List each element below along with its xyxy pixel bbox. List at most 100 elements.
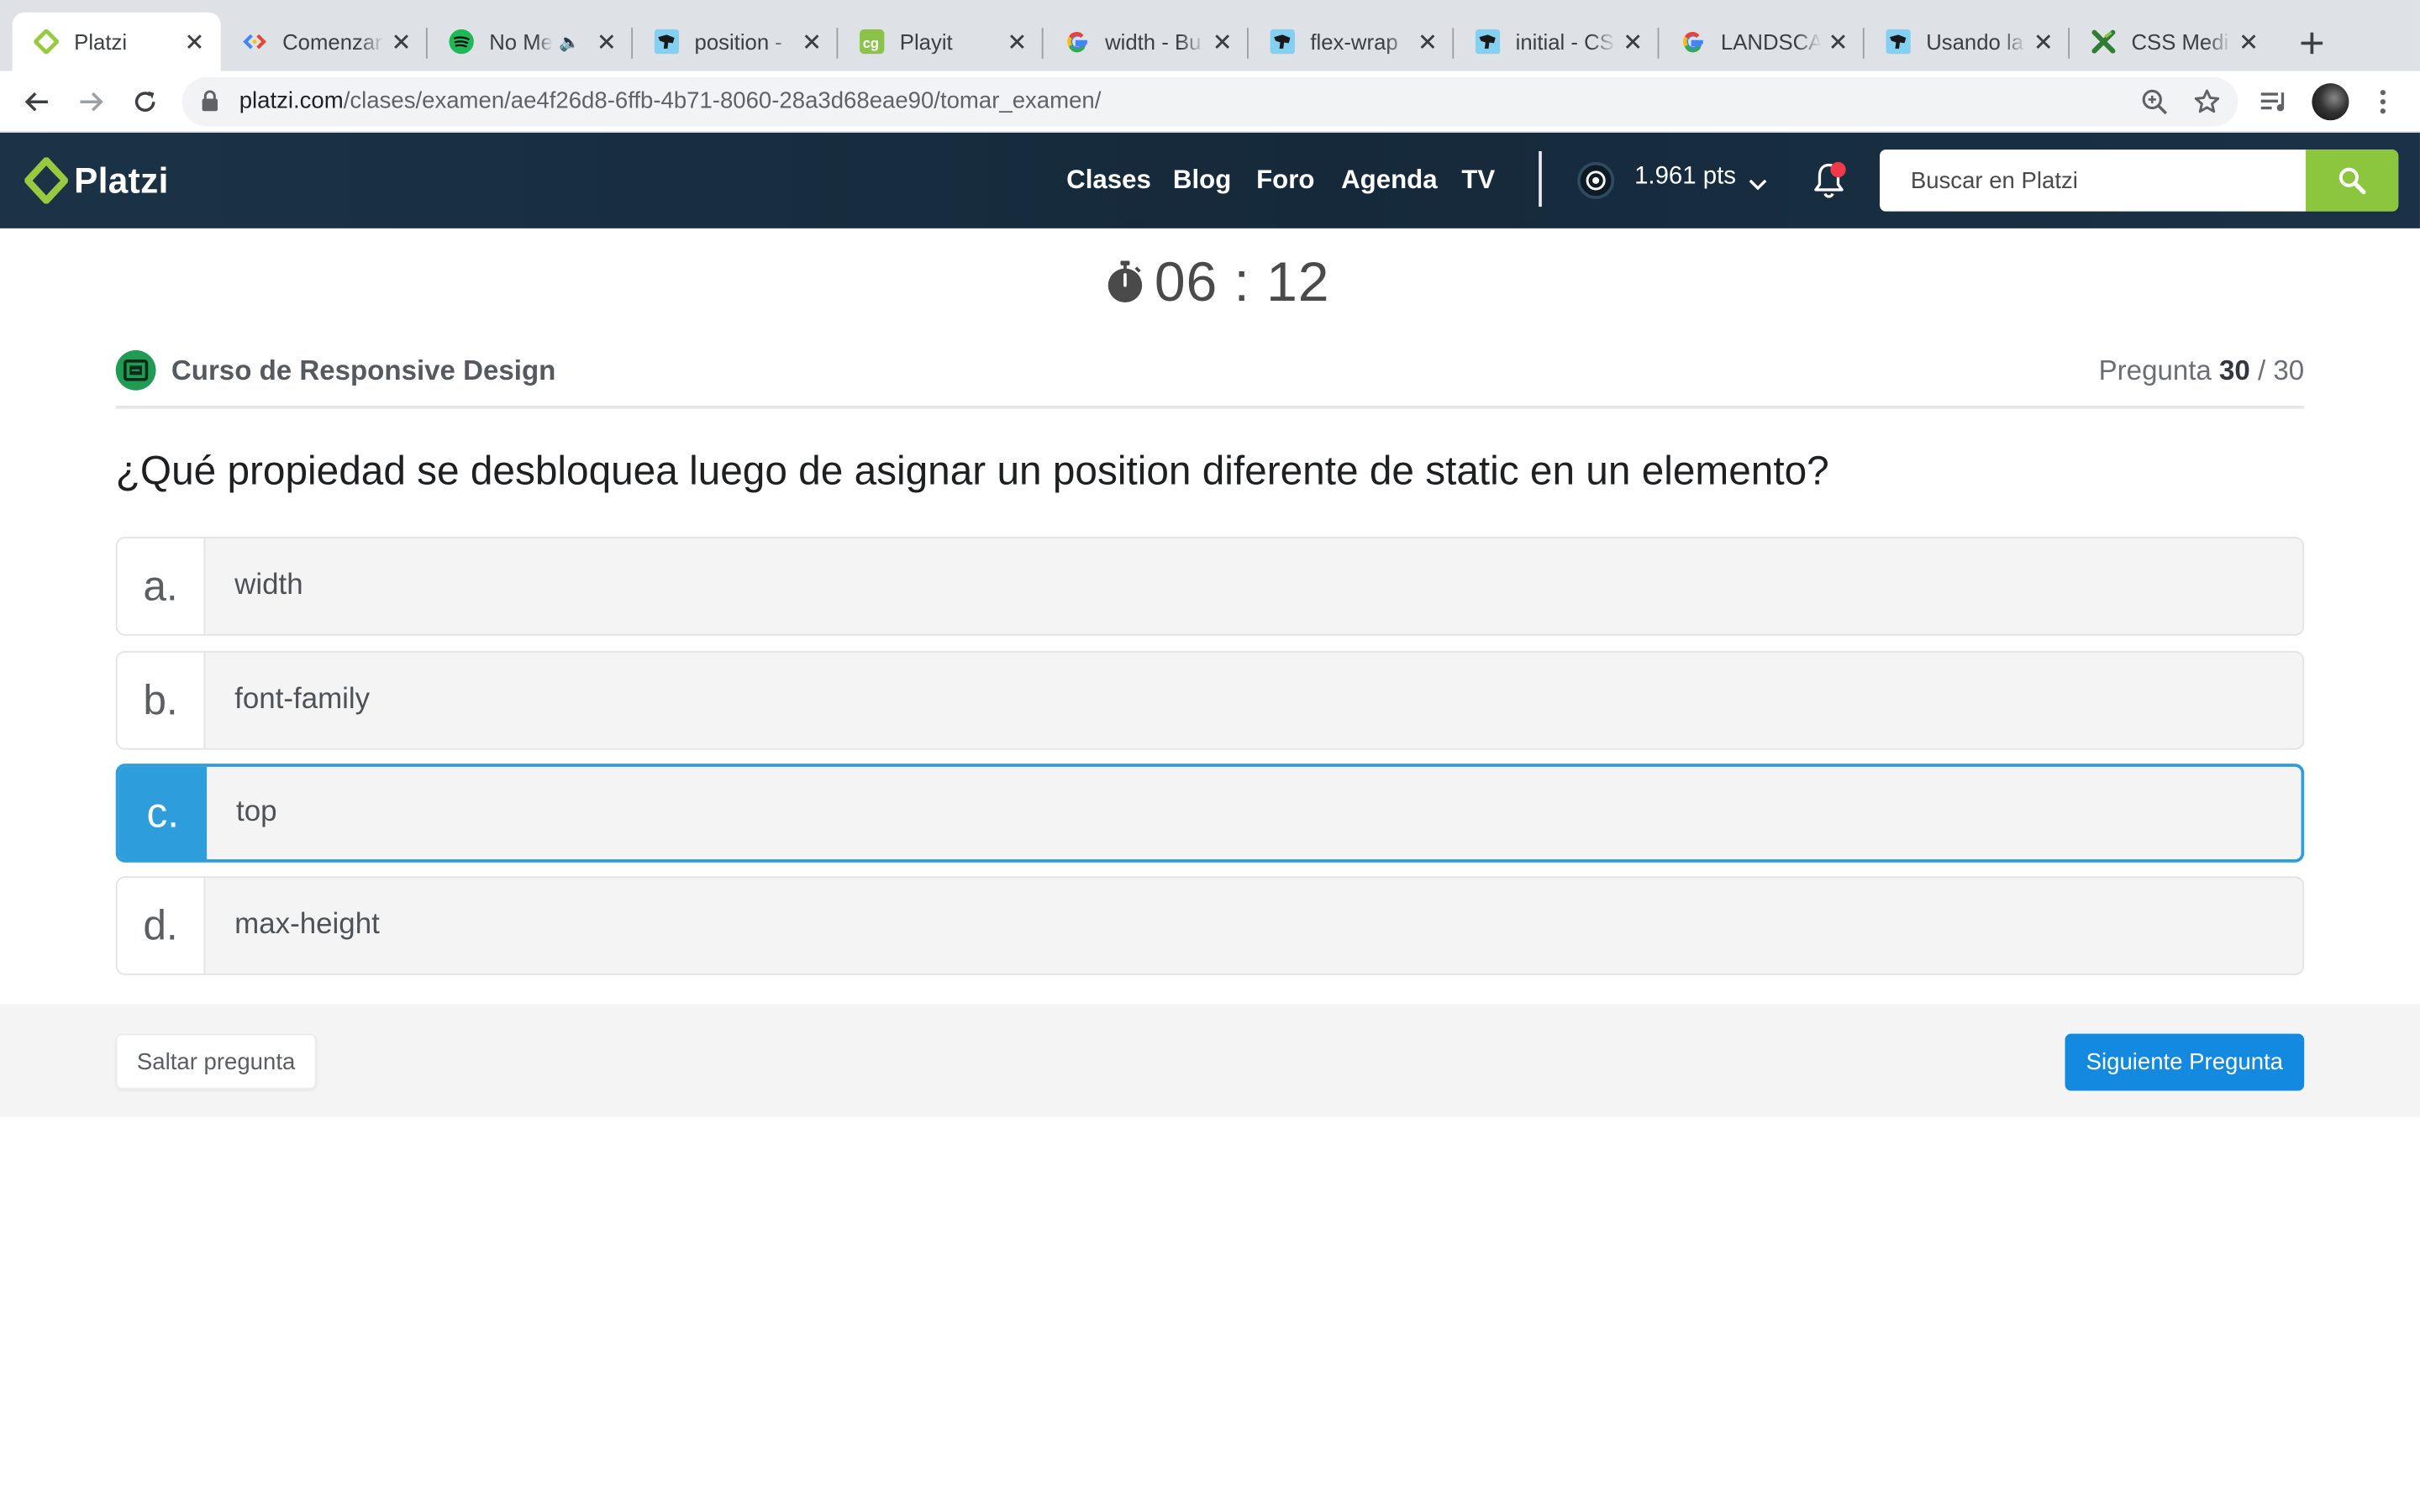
browser-tab-strip: Platzi Comenzar No Me 🔈 position - cg Pl…	[0, 0, 2420, 71]
option-text: width	[234, 569, 303, 602]
divider	[1539, 150, 1542, 207]
tab-initial-mdn[interactable]: initial - CS	[1454, 13, 1660, 71]
new-tab-plus-icon[interactable]	[2291, 22, 2333, 65]
tab-title: initial - CS	[1515, 29, 1614, 55]
address-bar[interactable]: platzi.com/clases/examen/ae4f26d8-6ffb-4…	[182, 76, 2238, 127]
close-icon[interactable]	[1616, 24, 1649, 58]
tab-title: Usando la	[1926, 29, 2023, 55]
question-progress: Pregunta 30 / 30	[2098, 354, 2305, 386]
tab-title: Platzi	[74, 29, 128, 55]
close-icon[interactable]	[1821, 24, 1854, 58]
close-icon[interactable]	[177, 24, 211, 58]
close-icon[interactable]	[1205, 24, 1239, 58]
tab-flex-wrap-mdn[interactable]: flex-wrap	[1249, 13, 1455, 71]
logo-text: Platzi	[74, 160, 169, 200]
nav-blog[interactable]: Blog	[1173, 165, 1231, 197]
more-menu-icon[interactable]	[2365, 83, 2402, 120]
user-points[interactable]: 1.961 pts	[1634, 164, 1736, 192]
svg-text:cg: cg	[863, 35, 879, 51]
tab-position-mdn[interactable]: position -	[633, 13, 839, 71]
xataka-icon	[2091, 29, 2116, 54]
tab-playit[interactable]: cg Playit	[838, 13, 1044, 71]
platzi-logo[interactable]: Platzi	[24, 157, 169, 204]
course-header: Curso de Responsive Design	[115, 349, 556, 391]
tab-title: CSS Medi	[2131, 29, 2229, 55]
mdn-dino-icon	[654, 29, 680, 55]
answer-option-b[interactable]: b. font-family	[115, 651, 2305, 750]
media-queue-icon[interactable]	[2256, 83, 2293, 120]
tab-title: No Me	[489, 29, 553, 55]
option-text: font-family	[234, 683, 371, 717]
skip-question-button[interactable]: Saltar pregunta	[115, 1033, 317, 1089]
audio-playing-icon[interactable]: 🔈	[559, 32, 580, 51]
tab-google-landscape[interactable]: LANDSCA	[1659, 13, 1865, 71]
close-icon[interactable]	[590, 24, 623, 58]
nav-agenda[interactable]: Agenda	[1341, 165, 1438, 197]
nav-clases[interactable]: Clases	[1066, 165, 1151, 197]
tab-title: LANDSCA	[1720, 29, 1822, 55]
close-icon[interactable]	[795, 24, 829, 58]
tab-title: position -	[694, 29, 782, 55]
tab-css-media[interactable]: CSS Medi	[2070, 13, 2275, 71]
option-letter: b.	[117, 652, 206, 748]
forward-arrow-icon[interactable]	[70, 81, 113, 123]
lock-icon[interactable]	[201, 90, 219, 121]
close-icon[interactable]	[2232, 24, 2265, 58]
tab-usando-mdn[interactable]: Usando la	[1865, 13, 2070, 71]
platzi-logo-icon	[34, 29, 59, 55]
user-rank-icon[interactable]	[1577, 161, 1615, 199]
platzi-logo-icon	[24, 157, 68, 204]
next-question-button[interactable]: Siguiente Pregunta	[2065, 1033, 2305, 1091]
platzi-header: Platzi Clases Blog Foro Agenda TV 1.961 …	[0, 132, 2420, 228]
search-icon	[2338, 167, 2366, 195]
close-icon[interactable]	[1411, 24, 1444, 58]
bookmark-star-icon[interactable]	[2191, 87, 2223, 118]
notification-bell-icon[interactable]	[1810, 160, 1847, 201]
answer-option-a[interactable]: a. width	[115, 537, 2305, 636]
tab-title: Comenzar	[282, 29, 382, 55]
tab-spotify[interactable]: No Me 🔈	[428, 13, 634, 71]
exam-footer: Saltar pregunta Siguiente Pregunta	[0, 1004, 2420, 1117]
search-button[interactable]	[2306, 150, 2399, 212]
option-text: top	[236, 795, 277, 829]
answer-option-d[interactable]: d. max-height	[115, 876, 2305, 975]
google-icon	[1681, 29, 1705, 54]
profile-avatar[interactable]	[2312, 83, 2349, 121]
zoom-icon[interactable]	[2139, 87, 2170, 118]
close-icon[interactable]	[1000, 24, 1034, 58]
tab-title: Playit	[899, 29, 953, 55]
url-text[interactable]: platzi.com/clases/examen/ae4f26d8-6ffb-4…	[239, 88, 1102, 114]
nav-foro[interactable]: Foro	[1256, 165, 1314, 197]
stopwatch-icon	[1107, 260, 1143, 302]
course-badge-icon	[115, 349, 156, 391]
reload-icon[interactable]	[124, 81, 166, 123]
mdn-dino-icon	[1886, 29, 1911, 55]
tab-title: width - Bu	[1105, 29, 1202, 55]
mdn-dino-icon	[1475, 29, 1501, 55]
tab-comenzar[interactable]: Comenzar	[221, 13, 428, 71]
timer-value: 06 : 12	[1154, 249, 1330, 313]
browser-toolbar: platzi.com/clases/examen/ae4f26d8-6ffb-4…	[0, 71, 2420, 133]
close-icon[interactable]	[384, 24, 418, 58]
course-name: Curso de Responsive Design	[171, 354, 556, 386]
close-icon[interactable]	[2027, 24, 2060, 58]
divider	[115, 406, 2305, 409]
mdn-dino-icon	[1270, 29, 1295, 55]
option-letter: d.	[117, 878, 206, 974]
nav-tv[interactable]: TV	[1461, 165, 1495, 197]
back-arrow-icon[interactable]	[15, 81, 58, 123]
google-icon	[1065, 29, 1089, 54]
tab-google-width[interactable]: width - Bu	[1044, 13, 1249, 71]
search-box	[1880, 150, 2399, 212]
chrome-devtools-icon	[242, 29, 266, 54]
tab-title: flex-wrap	[1310, 29, 1398, 55]
tab-platzi[interactable]: Platzi	[12, 12, 221, 71]
answer-option-c[interactable]: c. top	[115, 764, 2305, 863]
option-text: max-height	[234, 908, 380, 942]
question-text: ¿Qué propiedad se desbloquea luego de as…	[115, 447, 1829, 494]
chevron-down-icon[interactable]	[1749, 171, 1767, 199]
search-input[interactable]	[1880, 150, 2307, 212]
spotify-icon	[449, 29, 474, 55]
notification-badge	[1830, 161, 1846, 178]
playit-icon: cg	[860, 29, 885, 55]
